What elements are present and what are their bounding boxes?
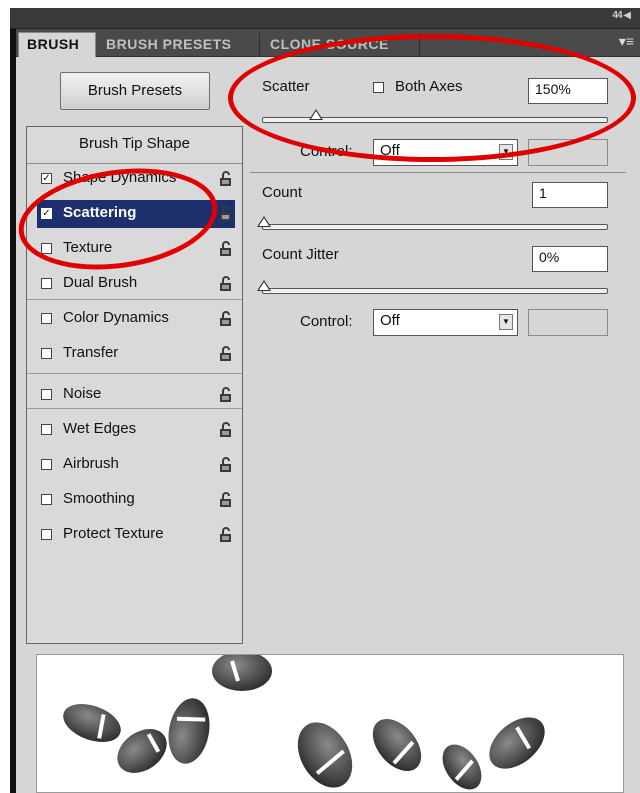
scatter-label: Scatter — [262, 78, 310, 95]
chevron-down-icon: ▼ — [499, 314, 513, 330]
list-item-transfer[interactable]: Transfer — [27, 338, 242, 372]
lock-icon[interactable] — [219, 276, 233, 292]
item-label: Wet Edges — [63, 420, 137, 437]
divider — [250, 172, 626, 173]
tab-bar: BRUSH BRUSH PRESETS CLONE SOURCE ▾≡ — [16, 29, 640, 57]
count-jitter-value-field[interactable]: 0% — [532, 246, 608, 272]
scatter-control-extra — [528, 139, 608, 166]
item-checkbox[interactable] — [41, 348, 52, 359]
list-item-wet-edges[interactable]: Wet Edges — [27, 414, 242, 448]
item-label: Airbrush — [63, 455, 119, 472]
collapse-button[interactable]: 44 ◀ — [612, 10, 631, 21]
group-separator — [27, 299, 242, 300]
list-item-scattering[interactable]: ✓ Scattering — [27, 198, 242, 232]
lock-icon[interactable] — [219, 492, 233, 508]
lock-icon[interactable] — [219, 171, 233, 187]
football-shape — [212, 655, 272, 691]
tab-brush-presets[interactable]: BRUSH PRESETS — [98, 33, 260, 56]
item-checkbox[interactable] — [41, 389, 52, 400]
item-label: Scattering — [63, 204, 137, 221]
both-axes-label: Both Axes — [395, 78, 463, 95]
scatter-value-field[interactable]: 150% — [528, 78, 608, 104]
count-slider[interactable] — [262, 224, 608, 230]
scatter-control-label: Control: — [300, 143, 353, 160]
item-label: Shape Dynamics — [63, 169, 177, 186]
scatter-control-select[interactable]: Off ▼ — [373, 139, 518, 166]
football-shape — [297, 722, 353, 788]
football-brush-preview — [63, 655, 545, 790]
count-jitter-label: Count Jitter — [262, 246, 339, 263]
lock-icon[interactable] — [219, 457, 233, 473]
football-shape — [489, 717, 545, 769]
item-checkbox[interactable]: ✓ — [41, 208, 52, 219]
item-checkbox[interactable] — [41, 494, 52, 505]
item-checkbox[interactable] — [41, 243, 52, 254]
item-checkbox[interactable] — [41, 529, 52, 540]
item-label: Dual Brush — [63, 274, 138, 291]
item-checkbox[interactable] — [41, 459, 52, 470]
list-item-airbrush[interactable]: Airbrush — [27, 449, 242, 483]
lock-icon[interactable] — [219, 527, 233, 543]
football-shape — [63, 704, 121, 742]
panel-titlebar: 44 ◀ — [10, 8, 640, 29]
lock-icon[interactable] — [219, 241, 233, 257]
count-label: Count — [262, 184, 303, 201]
brush-settings-list: Brush Tip Shape ✓ Shape Dynamics ✓ Scatteri… — [26, 126, 243, 644]
lock-icon[interactable] — [219, 206, 233, 222]
lock-icon[interactable] — [219, 387, 233, 403]
item-checkbox[interactable] — [41, 278, 52, 289]
group-separator — [27, 408, 242, 409]
both-axes-checkbox[interactable] — [373, 82, 384, 93]
count-slider-thumb[interactable] — [257, 216, 271, 227]
count-jitter-slider-thumb[interactable] — [257, 280, 271, 291]
item-checkbox[interactable] — [41, 313, 52, 324]
football-shape — [168, 698, 210, 764]
count-jitter-control-value: Off — [380, 312, 400, 329]
lock-icon[interactable] — [219, 311, 233, 327]
count-jitter-control-select[interactable]: Off ▼ — [373, 309, 518, 336]
item-checkbox[interactable] — [41, 424, 52, 435]
item-checkbox[interactable]: ✓ — [41, 173, 52, 184]
tab-brush[interactable]: BRUSH — [18, 32, 96, 57]
brush-tip-shape-item[interactable]: Brush Tip Shape — [27, 127, 242, 164]
tab-clone-source[interactable]: CLONE SOURCE — [262, 33, 420, 56]
item-label: Noise — [63, 385, 102, 402]
count-jitter-control-extra — [528, 309, 608, 336]
item-label: Protect Texture — [63, 525, 164, 542]
count-value-field[interactable]: 1 — [532, 182, 608, 208]
item-label: Transfer — [63, 344, 119, 361]
list-item-smoothing[interactable]: Smoothing — [27, 484, 242, 518]
list-item-dual-brush[interactable]: Dual Brush — [27, 268, 242, 302]
group-separator — [27, 373, 242, 374]
football-shape — [442, 744, 482, 790]
scatter-slider-thumb[interactable] — [309, 109, 323, 120]
brush-stroke-preview — [36, 654, 624, 793]
item-label: Color Dynamics — [63, 309, 169, 326]
item-label: Smoothing — [63, 490, 135, 507]
football-shape — [372, 718, 422, 772]
list-item-protect-texture[interactable]: Protect Texture — [27, 519, 242, 553]
count-jitter-control-label: Control: — [300, 313, 353, 330]
list-item-color-dynamics[interactable]: Color Dynamics — [27, 303, 242, 337]
chevron-down-icon: ▼ — [499, 144, 513, 160]
scatter-control-value: Off — [380, 142, 400, 159]
panel-menu-icon[interactable]: ▾≡ — [619, 33, 634, 50]
count-jitter-slider[interactable] — [262, 288, 608, 294]
item-label: Texture — [63, 239, 113, 256]
brush-presets-button[interactable]: Brush Presets — [60, 72, 210, 110]
lock-icon[interactable] — [219, 346, 233, 362]
list-item-shape-dynamics[interactable]: ✓ Shape Dynamics — [27, 163, 242, 197]
list-item-texture[interactable]: Texture — [27, 233, 242, 267]
lock-icon[interactable] — [219, 422, 233, 438]
